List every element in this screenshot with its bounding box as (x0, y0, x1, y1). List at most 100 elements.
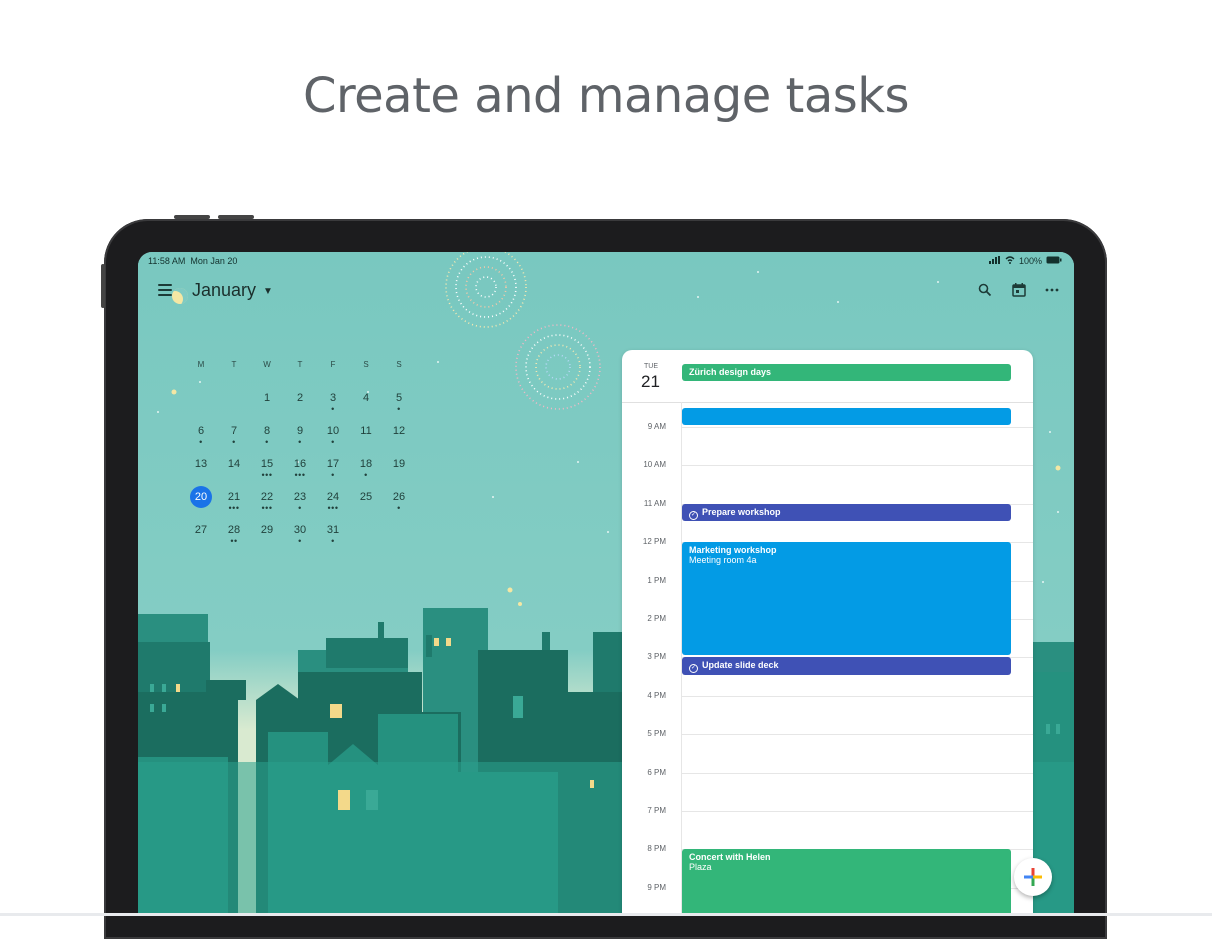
event-location: Meeting room 4a (689, 555, 757, 566)
hour-gridline (682, 465, 1033, 467)
calendar-day[interactable]: 18 (351, 458, 381, 470)
calendar-day[interactable]: 23 (285, 491, 315, 503)
event-dots: ••• (294, 470, 306, 480)
task-item[interactable]: ✓ Prepare workshop (682, 503, 1011, 521)
hour-label: 11 AM (643, 498, 666, 508)
calendar-day[interactable]: 24 (318, 491, 348, 503)
calendar-day[interactable]: 31 (318, 524, 348, 536)
calendar-day[interactable]: 25 (351, 491, 381, 503)
weekday-header: T (231, 360, 237, 369)
calendar-event[interactable]: Concert with Helen Plaza (682, 849, 1011, 916)
calendar-day[interactable]: 22 (252, 491, 282, 503)
hour-label: 12 PM (642, 537, 666, 547)
hour-label: 10 AM (643, 460, 666, 470)
create-button[interactable] (1014, 858, 1052, 896)
weekday-header: W (263, 360, 271, 369)
event-dots: • (397, 404, 401, 414)
day-weekday: TUE (644, 363, 658, 370)
calendar-day[interactable]: 4 (351, 392, 381, 404)
moon-icon (172, 288, 188, 304)
calendar-day[interactable]: 30 (285, 524, 315, 536)
event-dots: • (364, 470, 368, 480)
calendar-day[interactable]: 11 (351, 425, 381, 437)
event-dots: ••• (261, 503, 273, 513)
hour-gridline (682, 695, 1033, 697)
event-dots: • (265, 437, 269, 447)
calendar-day[interactable]: 1 (252, 392, 282, 404)
calendar-day[interactable]: 20 (186, 491, 216, 503)
menu-icon[interactable] (158, 284, 172, 296)
calendar-day[interactable]: 28 (219, 524, 249, 536)
hour-label: 9 AM (647, 422, 666, 431)
calendar-day[interactable]: 21 (219, 491, 249, 503)
status-time-date: 11:58 AM Mon Jan 20 (148, 256, 237, 266)
event-title: Marketing workshop (689, 545, 777, 556)
event-dots: • (298, 437, 302, 447)
calendar-day[interactable]: 15 (252, 458, 282, 470)
calendar-day[interactable]: 13 (186, 458, 216, 470)
day-header: TUE 21 Zürich design days (622, 350, 1033, 403)
event-dots: • (331, 536, 335, 546)
search-icon[interactable] (977, 282, 993, 298)
task-check-icon: ✓ (689, 664, 698, 674)
hour-gridline (682, 734, 1033, 736)
app-screen: 11:58 AM Mon Jan 20 100% January ▼ M T W… (138, 252, 1074, 916)
hour-label: 1 PM (647, 575, 666, 585)
day-view-panel: TUE 21 Zürich design days 9 AM 10 AM 11 AM… (622, 350, 1033, 916)
calendar-day[interactable]: 27 (186, 524, 216, 536)
calendar-day[interactable]: 14 (219, 458, 249, 470)
calendar-day[interactable]: 12 (384, 425, 414, 437)
calendar-day[interactable]: 16 (285, 458, 315, 470)
calendar-day[interactable]: 19 (384, 458, 414, 470)
event-dots: • (298, 536, 302, 546)
calendar-event[interactable] (682, 407, 1011, 425)
calendar-day[interactable]: 5 (384, 392, 414, 404)
battery-icon (1046, 256, 1062, 266)
calendar-day[interactable]: 17 (318, 458, 348, 470)
weekday-header: S (396, 360, 402, 369)
calendar-today-icon[interactable] (1011, 282, 1027, 298)
calendar-day[interactable]: 8 (252, 425, 282, 437)
hour-gridline (682, 811, 1033, 812)
day-date[interactable]: 21 (641, 372, 660, 392)
event-dots: • (298, 503, 302, 513)
status-bar: 11:58 AM Mon Jan 20 100% (148, 256, 1062, 270)
task-item[interactable]: ✓ Update slide deck (682, 657, 1011, 675)
calendar-day[interactable]: 7 (219, 425, 249, 437)
status-date: Mon Jan 20 (190, 256, 238, 266)
hour-label: 5 PM (647, 729, 666, 739)
calendar-event[interactable]: Marketing workshop Meeting room 4a (682, 542, 1011, 656)
event-dots: ••• (327, 503, 339, 513)
event-dots: •• (230, 536, 238, 546)
calendar-day[interactable]: 3 (318, 392, 348, 404)
status-icons: 100% (988, 256, 1062, 266)
calendar-day[interactable]: 26 (384, 491, 414, 503)
event-dots: • (232, 437, 236, 447)
hour-label: 4 PM (647, 690, 666, 700)
event-location: Plaza (689, 862, 712, 873)
all-day-event[interactable]: Zürich design days (682, 364, 1011, 381)
weekday-header: T (297, 360, 303, 369)
calendar-day[interactable]: 29 (252, 524, 282, 536)
hour-label: 8 PM (647, 844, 666, 854)
event-dots: • (331, 470, 335, 480)
event-dots: ••• (261, 470, 273, 480)
power-button (101, 264, 105, 308)
month-selector[interactable]: January (192, 280, 256, 301)
calendar-day[interactable]: 2 (285, 392, 315, 404)
hour-gridline (682, 427, 1033, 428)
calendar-day[interactable]: 9 (285, 425, 315, 437)
volume-button (218, 215, 254, 219)
calendar-day[interactable]: 6 (186, 425, 216, 437)
event-dots: • (331, 404, 335, 414)
hour-label: 3 PM (647, 652, 666, 662)
event-dots: • (331, 437, 335, 447)
signal-icon (988, 256, 1001, 266)
hour-label: 9 PM (647, 882, 666, 892)
chevron-down-icon[interactable]: ▼ (263, 286, 273, 297)
event-title: Prepare workshop (702, 506, 781, 517)
hour-label: 2 PM (647, 614, 666, 623)
more-icon[interactable] (1044, 282, 1060, 298)
task-check-icon: ✓ (689, 510, 698, 520)
calendar-day[interactable]: 10 (318, 425, 348, 437)
